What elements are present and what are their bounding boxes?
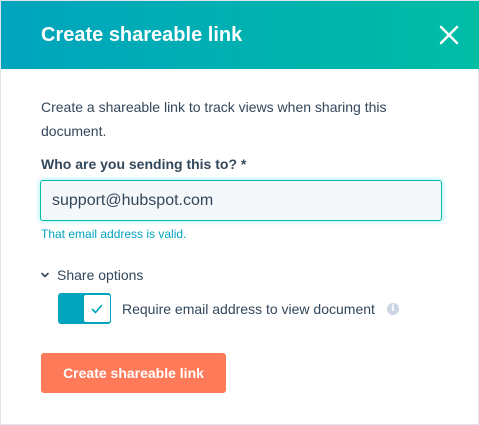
recipient-label: Who are you sending this to? * xyxy=(41,156,247,172)
dialog-header: Create shareable link xyxy=(1,1,479,69)
share-options-toggle[interactable]: Share options xyxy=(39,265,143,285)
require-email-label: Require email address to view document xyxy=(122,301,375,317)
create-shareable-link-button[interactable]: Create shareable link xyxy=(41,353,226,393)
toggle-knob xyxy=(83,294,110,323)
close-icon xyxy=(439,25,459,45)
dialog-title: Create shareable link xyxy=(41,24,243,46)
share-options-label: Share options xyxy=(57,267,144,283)
validation-message: That email address is valid. xyxy=(41,227,187,241)
recipient-email-input[interactable] xyxy=(40,180,442,221)
close-button[interactable] xyxy=(435,21,463,49)
require-email-toggle[interactable] xyxy=(58,293,111,324)
info-icon[interactable]: i xyxy=(387,303,399,315)
chevron-down-icon xyxy=(41,272,49,278)
dialog-description: Create a shareable link to track views w… xyxy=(41,99,387,139)
share-link-dialog: Create shareable link Create a shareable… xyxy=(0,0,479,425)
check-icon xyxy=(91,304,103,313)
